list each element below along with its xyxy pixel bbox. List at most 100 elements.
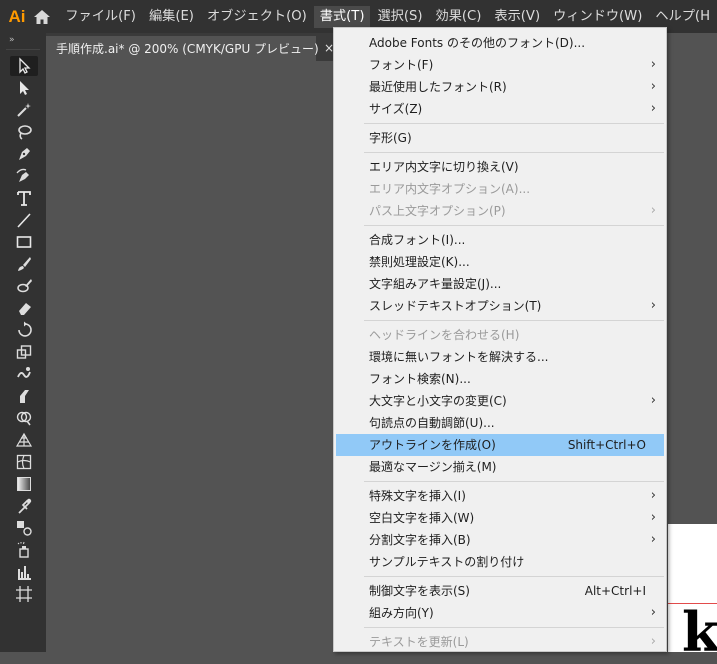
type-menu-item[interactable]: スレッドテキストオプション(T) › [336,295,664,317]
menu-separator [364,481,664,482]
type-menu-item-label: 制御文字を表示(S) [369,584,470,598]
menu-1[interactable]: 編集(E) [143,6,200,28]
menu-separator [364,576,664,577]
curvature-tool[interactable] [10,166,38,186]
menu-5[interactable]: 効果(C) [430,6,488,28]
column-graph-tool[interactable] [10,562,38,582]
type-menu-item[interactable]: サイズ(Z) › [336,98,664,120]
symbol-sprayer-tool[interactable] [10,540,38,560]
menu-6[interactable]: 表示(V) [488,6,546,28]
menu-2[interactable]: オブジェクト(O) [201,6,313,28]
submenu-arrow-icon: › [650,605,656,620]
rectangle-tool[interactable] [10,232,38,252]
type-menu-item[interactable]: 環境に無いフォントを解決する... [336,346,664,368]
type-menu-item[interactable]: 特殊文字を挿入(I) › [336,485,664,507]
type-menu-item[interactable]: エリア内文字に切り換え(V) [336,156,664,178]
type-menu-dropdown: Adobe Fonts のその他のフォント(D)... フォント(F) › 最近使用し… [333,27,667,652]
type-menu-item[interactable]: 最適なマージン揃え(M) [336,456,664,478]
mesh-icon [16,454,32,470]
artboard-tool[interactable] [10,584,38,604]
type-menu-item-label: 最適なマージン揃え(M) [369,460,497,474]
document-tab-title: 手順作成.ai* @ 200% (CMYK/GPU プレビュー) [56,42,319,56]
tools-panel: » [0,33,47,652]
illustrator-logo[interactable]: Ai [8,6,26,28]
type-menu-item[interactable]: 句読点の自動調節(U)... [336,412,664,434]
submenu-arrow-icon: › [650,79,656,94]
perspective-grid-icon [15,432,33,447]
submenu-arrow-icon: › [650,101,656,116]
direct-selection-tool[interactable] [10,78,38,98]
type-menu-item[interactable]: アウトラインを作成(O) Shift+Ctrl+O [336,434,664,456]
pen-icon [19,148,30,160]
type-menu-item[interactable]: サンプルテキストの割り付け [336,551,664,573]
type-menu-item-label: 分割文字を挿入(B) [369,533,471,547]
shortcut-label: Alt+Ctrl+I [584,584,646,598]
type-menu-item: ヘッドラインを合わせる(H) [336,324,664,346]
type-menu-item[interactable]: 空白文字を挿入(W) › [336,507,664,529]
submenu-arrow-icon: › [650,298,656,313]
type-menu-item-label: サンプルテキストの割り付け [369,555,525,569]
type-menu-item[interactable]: 大文字と小文字の変更(C) › [336,390,664,412]
type-menu-item-label: 字形(G) [369,131,412,145]
type-menu-item-label: サイズ(Z) [369,102,423,116]
menu-separator [364,225,664,226]
shortcut-label: Shift+Ctrl+O [567,438,646,452]
type-menu-item[interactable]: 制御文字を表示(S) Alt+Ctrl+I [336,580,664,602]
type-menu-item[interactable]: フォント(F) › [336,54,664,76]
eyedropper-tool[interactable] [10,496,38,516]
paintbrush-tool[interactable] [10,254,38,274]
submenu-arrow-icon: › [650,393,656,408]
type-menu-item[interactable]: 禁則処理設定(K)... [336,251,664,273]
perspective-grid-tool[interactable] [10,430,38,450]
type-menu-item-label: 空白文字を挿入(W) [369,511,475,525]
canvas-area[interactable] [46,61,336,652]
type-menu-item[interactable]: 合成フォント(I)... [336,229,664,251]
direct-selection-icon [20,81,29,95]
mesh-tool[interactable] [10,452,38,472]
magic-wand-tool[interactable] [10,100,38,120]
menu-0[interactable]: ファイル(F) [59,6,142,28]
warp-tool[interactable] [10,364,38,384]
shape-builder-icon [16,411,32,426]
home-button[interactable] [32,5,51,29]
scale-tool[interactable] [10,342,38,362]
type-menu-item[interactable]: 最近使用したフォント(R) › [336,76,664,98]
artboard-text-glyph: k [682,600,717,664]
menu-4[interactable]: 選択(S) [371,6,428,28]
eraser-tool[interactable] [10,298,38,318]
submenu-arrow-icon: › [650,532,656,547]
type-menu-item[interactable]: 字形(G) [336,127,664,149]
menu-7[interactable]: ウィンドウ(W) [547,6,648,28]
curvature-icon [16,168,29,182]
type-menu-item-label: テキストを更新(L) [369,635,469,649]
type-menu-item[interactable]: 組み方向(Y) › [336,602,664,624]
menu-3[interactable]: 書式(T) [313,5,371,28]
blend-tool[interactable] [10,518,38,538]
type-menu-item[interactable]: 文字組みアキ量設定(J)... [336,273,664,295]
blob-brush-tool[interactable] [10,276,38,296]
submenu-arrow-icon: › [650,57,656,72]
menu-8[interactable]: ヘルプ(H [649,6,716,28]
line-tool[interactable] [10,210,38,230]
pen-tool[interactable] [10,144,38,164]
artboard-icon [16,586,32,602]
puppet-warp-tool[interactable] [10,386,38,406]
document-tab[interactable]: 手順作成.ai* @ 200% (CMYK/GPU プレビュー) × [46,36,334,61]
type-menu-item[interactable]: フォント検索(N)... [336,368,664,390]
type-menu-item-label: エリア内文字オプション(A)... [369,182,531,196]
puppet-warp-icon [20,390,29,403]
shape-builder-tool[interactable] [10,408,38,428]
type-menu-item[interactable]: 分割文字を挿入(B) › [336,529,664,551]
lasso-tool[interactable] [10,122,38,142]
type-menu-item[interactable]: Adobe Fonts のその他のフォント(D)... [336,32,664,54]
panel-collapse-icon[interactable]: » [0,33,46,47]
rotate-tool[interactable] [10,320,38,340]
type-tool[interactable] [10,188,38,208]
eraser-icon [19,303,31,315]
type-menu-item-label: 禁則処理設定(K)... [369,255,470,269]
warp-icon [17,367,31,378]
menu-separator [364,627,664,628]
gradient-tool[interactable] [10,474,38,494]
type-menu-item-label: 最近使用したフォント(R) [369,80,507,94]
selection-tool[interactable] [10,56,38,76]
